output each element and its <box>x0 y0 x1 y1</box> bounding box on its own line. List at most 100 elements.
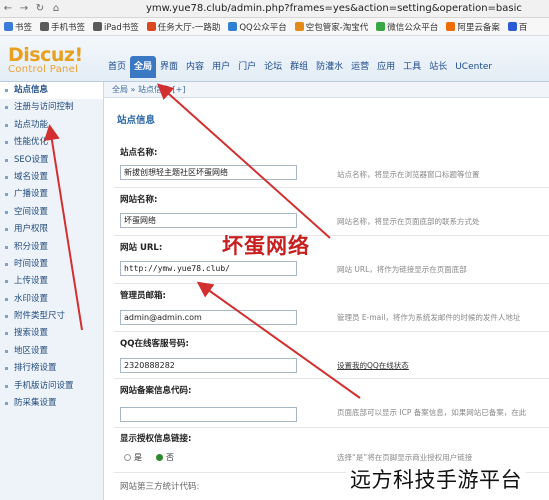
radio-no[interactable]: 否 <box>156 452 174 463</box>
sidebar-item[interactable]: 时间设置 <box>0 256 103 273</box>
sidebar-item[interactable]: 用户权限 <box>0 221 103 238</box>
bookmark-item[interactable]: 微信公众平台 <box>376 21 438 33</box>
bookmark-label: 书签 <box>15 22 33 33</box>
reload-icon[interactable]: ↻ <box>32 3 48 14</box>
bookmark-item[interactable]: iPad书签 <box>93 21 139 33</box>
sidebar-item[interactable]: 站点信息 <box>0 82 103 100</box>
sidebar-item[interactable]: 搜索设置 <box>0 325 103 342</box>
back-icon[interactable]: ← <box>0 3 16 14</box>
bookmark-icon <box>4 22 13 31</box>
nav-tab[interactable]: 站长 <box>425 56 451 78</box>
nav-tab[interactable]: 用户 <box>208 56 234 78</box>
home-icon[interactable]: ⌂ <box>48 3 64 14</box>
sidebar-item[interactable]: 域名设置 <box>0 169 103 186</box>
divider <box>114 331 549 332</box>
main-nav: 首页 全局 界面 内容 用户 门户 论坛 群组 防灌水 运营 应用 工具 站长 UCenter <box>104 56 496 78</box>
admin-email-field: 管理员邮箱: admin@admin.com <box>120 289 297 325</box>
divider <box>114 283 549 284</box>
site-name-hint: 站点名称，将显示在浏览器窗口标题等位置 <box>337 170 480 179</box>
bookmark-icon <box>446 22 456 31</box>
divider <box>114 187 549 188</box>
bookmark-icon <box>93 22 103 31</box>
annotation-text: 坏蛋网络 <box>222 234 310 258</box>
stat-code-field: 网站第三方统计代码: <box>120 480 199 492</box>
nav-tab[interactable]: 应用 <box>373 56 399 78</box>
site-brand-field: 网站名称: 坏蛋网络 <box>120 193 297 228</box>
admin-email-input[interactable]: admin@admin.com <box>120 310 297 325</box>
show-auth-radios: 是 否 <box>124 452 174 463</box>
icp-label: 网站备案信息代码: <box>120 386 192 396</box>
site-brand-label: 网站名称: <box>120 195 158 205</box>
sidebar-item[interactable]: 积分设置 <box>0 239 103 256</box>
bookmark-icon <box>376 22 386 31</box>
nav-tab[interactable]: 群组 <box>286 56 312 78</box>
sidebar-item[interactable]: 广播设置 <box>0 186 103 203</box>
site-url-input[interactable]: http://ymw.yue78.club/ <box>120 261 297 276</box>
footer-watermark: 远方科技手游平台 <box>346 462 526 496</box>
bookmark-label: 任务大厅-一路助 <box>157 22 221 33</box>
bookmark-item[interactable]: 手机书签 <box>40 21 85 33</box>
admin-header: Discuz! Control Panel 首页 全局 界面 内容 用户 门户 论坛 群组 防灌… <box>0 36 549 82</box>
qq-label: QQ在线客服号码: <box>120 339 189 349</box>
nav-tab[interactable]: 首页 <box>104 56 130 78</box>
sidebar-item[interactable]: 排行榜设置 <box>0 360 103 377</box>
qq-status-link[interactable]: 设置我的QQ在线状态 <box>337 360 409 371</box>
stat-code-label: 网站第三方统计代码: <box>120 482 200 492</box>
nav-tab[interactable]: 运营 <box>347 56 373 78</box>
nav-tab[interactable]: 工具 <box>399 56 425 78</box>
bookmark-label: iPad书签 <box>104 22 139 33</box>
sidebar-item[interactable]: 性能优化 <box>0 134 103 151</box>
forward-icon[interactable]: → <box>16 3 32 14</box>
bookmark-item[interactable]: 任务大厅-一路助 <box>146 21 221 33</box>
site-brand-hint: 网站名称，将显示在页面底部的联系方式处 <box>337 217 480 226</box>
bookmarks-bar: 书签 手机书签 iPad书签 任务大厅-一路助 QQ公众平台 空包管家-淘宝代 微信公众平台… <box>0 18 549 36</box>
sidebar-item[interactable]: 手机版访问设置 <box>0 378 103 395</box>
sidebar-item[interactable]: 地区设置 <box>0 343 103 360</box>
icp-input[interactable] <box>120 407 297 422</box>
bookmark-item[interactable]: 阿里云备案 <box>446 21 500 33</box>
divider <box>114 427 549 428</box>
nav-tab[interactable]: 门户 <box>234 56 260 78</box>
bookmark-item[interactable]: 百 <box>507 21 528 33</box>
nav-tab[interactable]: UCenter <box>451 56 496 78</box>
site-name-label: 站点名称: <box>120 148 158 158</box>
sidebar-item[interactable]: 附件类型尺寸 <box>0 308 103 325</box>
bookmark-label: 百 <box>518 22 528 33</box>
nav-tab[interactable]: 全局 <box>130 56 157 78</box>
nav-tab[interactable]: 内容 <box>182 56 208 78</box>
site-brand-input[interactable]: 坏蛋网络 <box>120 213 297 228</box>
bookmark-label: 微信公众平台 <box>387 22 439 33</box>
nav-tab[interactable]: 论坛 <box>260 56 286 78</box>
bookmark-label: QQ公众平台 <box>239 22 287 33</box>
bookmark-item[interactable]: QQ公众平台 <box>228 21 287 33</box>
site-name-input[interactable]: 新拔创想轻主题社区坏蛋网络 <box>120 165 297 180</box>
radio-selected-icon <box>156 454 163 461</box>
site-name-field: 站点名称: 新拔创想轻主题社区坏蛋网络 <box>120 146 297 180</box>
nav-tab[interactable]: 防灌水 <box>312 56 347 78</box>
qq-input[interactable]: 2320888282 <box>120 358 297 373</box>
bookmark-icon <box>146 22 156 31</box>
sidebar-item[interactable]: 站点功能 <box>0 117 103 134</box>
radio-yes[interactable]: 是 <box>124 452 142 463</box>
sidebar-item[interactable]: 上传设置 <box>0 273 103 290</box>
bookmark-label: 手机书签 <box>51 22 86 33</box>
nav-tab[interactable]: 界面 <box>156 56 182 78</box>
show-auth-field: 显示授权信息链接: <box>120 432 191 444</box>
section-title: 站点信息 <box>117 115 156 126</box>
sidebar-item[interactable]: 注册与访问控制 <box>0 99 103 116</box>
sidebar-item[interactable]: SEO设置 <box>0 152 103 169</box>
icp-hint: 页面底部可以显示 ICP 备案信息，如果网站已备案，在此 <box>337 408 527 417</box>
bookmark-item[interactable]: 书签 <box>4 21 32 33</box>
bookmark-icon <box>228 22 238 31</box>
discuz-logo: Discuz! Control Panel <box>8 44 83 75</box>
sidebar: 站点信息 注册与访问控制 站点功能 性能优化 SEO设置 域名设置 广播设置 空间设置 用户权限… <box>0 82 104 500</box>
logo-brand: Discuz! <box>8 44 83 66</box>
sidebar-item[interactable]: 水印设置 <box>0 291 103 308</box>
sidebar-item[interactable]: 空间设置 <box>0 204 103 221</box>
sidebar-item[interactable]: 防采集设置 <box>0 395 103 412</box>
admin-email-label: 管理员邮箱: <box>120 291 166 301</box>
bookmark-label: 阿里云备案 <box>457 22 500 33</box>
qq-field: QQ在线客服号码: 2320888282 <box>120 337 297 373</box>
bookmark-item[interactable]: 空包管家-淘宝代 <box>294 21 368 33</box>
address-bar[interactable]: ymw.yue78.club/admin.php?frames=yes&acti… <box>146 3 522 14</box>
